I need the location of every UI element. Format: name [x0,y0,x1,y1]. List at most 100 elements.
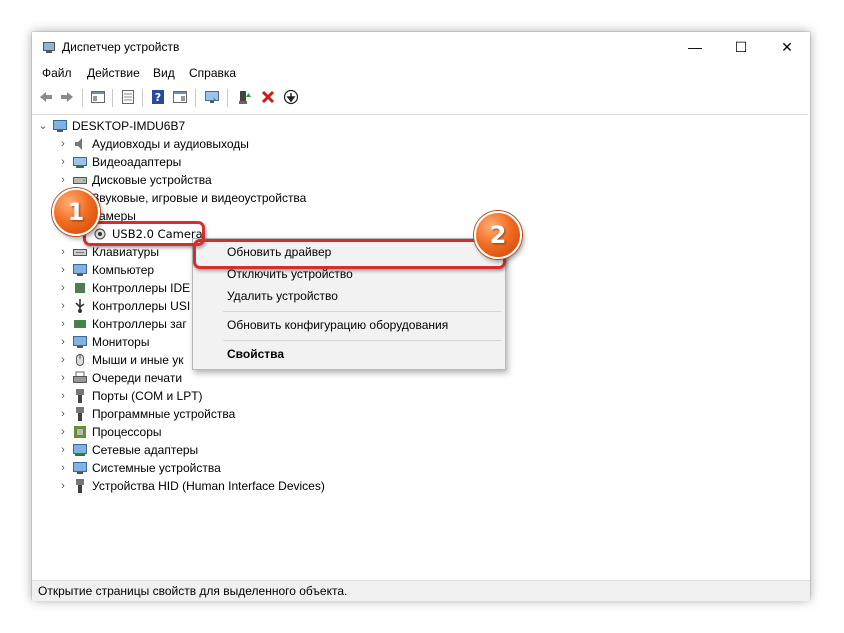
title-bar: Диспетчер устройств — ☐ ✕ [32,32,810,62]
menu-bar: Файл Действие Вид Справка [32,62,810,84]
menu-scan-hardware[interactable]: Обновить конфигурацию оборудования [227,318,448,332]
chevron-right-icon[interactable]: › [56,369,70,387]
properties-icon[interactable] [118,87,138,107]
tree-item-software-devices[interactable]: › Программные устройства [56,405,235,423]
chevron-right-icon[interactable]: › [56,279,70,297]
tree-item-processors[interactable]: › Процессоры [56,423,161,441]
window-title: Диспетчер устройств [62,40,180,54]
maximize-button[interactable]: ☐ [718,32,764,62]
chevron-right-icon[interactable]: › [56,423,70,441]
menu-disable-device[interactable]: Отключить устройство [227,267,353,281]
status-text: Открытие страницы свойств для выделенног… [38,584,348,598]
chevron-right-icon[interactable]: › [56,351,70,369]
tree-item-label: Звуковые, игровые и видеоустройства [92,191,307,205]
tree-item-monitors[interactable]: › Мониторы [56,333,149,351]
tree-item-label: Очереди печати [92,371,183,385]
tree-item-label: Мониторы [92,335,150,349]
tree-item-ports[interactable]: › Порты (COM и LPT) [56,387,203,405]
help-icon[interactable]: ? [148,87,168,107]
tree-root[interactable]: ⌄ DESKTOP-IMDU6B7 [36,117,185,135]
chevron-right-icon[interactable]: › [56,243,70,261]
storage-controller-icon [72,316,88,332]
menu-uninstall-device[interactable]: Удалить устройство [227,289,338,303]
hid-icon [72,478,88,494]
network-adapter-icon [72,442,88,458]
disk-icon [72,172,88,188]
cpu-icon [72,424,88,440]
tree-item-audio-io[interactable]: › Аудиовходы и аудиовыходы [56,135,249,153]
disable-icon[interactable] [281,87,301,107]
monitor-icon[interactable] [202,87,222,107]
toolbar-separator [195,89,196,107]
computer-icon [52,118,68,134]
chevron-right-icon[interactable]: › [56,135,70,153]
tree-item-disk-drives[interactable]: › Дисковые устройства [56,171,212,189]
tree-item-print-queues[interactable]: › Очереди печати [56,369,182,387]
tree-item-label: Компьютер [92,263,155,277]
tree-item-storage-controllers[interactable]: › Контроллеры заг [56,315,187,333]
tree-item-label: Дисковые устройства [92,173,212,187]
toolbar-separator [82,89,83,107]
tree-item-label: Сетевые адаптеры [92,443,199,457]
toolbar-separator [227,89,228,107]
tree-item-usb-controllers[interactable]: › Контроллеры USI [56,297,190,315]
display-adapter-icon [72,154,88,170]
tree-item-system-devices[interactable]: › Системные устройства [56,459,221,477]
chevron-right-icon[interactable]: › [56,171,70,189]
chevron-right-icon[interactable]: › [56,387,70,405]
chevron-right-icon[interactable]: › [56,477,70,495]
tree-item-video-adapters[interactable]: › Видеоадаптеры [56,153,181,171]
menu-file[interactable]: Файл [42,66,72,80]
chevron-down-icon[interactable]: ⌄ [36,117,50,135]
forward-icon[interactable] [57,87,77,107]
mouse-icon [72,352,88,368]
update-driver-highlight [193,239,506,269]
tree-item-mice[interactable]: › Мыши и иные ук [56,351,184,369]
keyboard-icon [72,244,88,260]
chevron-right-icon[interactable]: › [56,261,70,279]
chevron-right-icon[interactable]: › [56,153,70,171]
menu-separator [223,340,501,341]
monitor-icon [72,334,88,350]
minimize-button[interactable]: — [672,32,718,62]
usb-icon [72,298,88,314]
minimize-icon: — [688,39,702,55]
chevron-right-icon[interactable]: › [56,441,70,459]
toolbar-separator [112,89,113,107]
tree-item-label: Порты (COM и LPT) [92,389,203,403]
tree-item-label: Контроллеры заг [92,317,187,331]
show-hide-tree-icon[interactable] [88,87,108,107]
menu-view[interactable]: Вид [153,66,175,80]
svg-text:?: ? [155,91,161,104]
tree-item-ide-controllers[interactable]: › Контроллеры IDE [56,279,190,297]
maximize-icon: ☐ [734,38,748,55]
chevron-right-icon[interactable]: › [56,315,70,333]
close-icon: ✕ [781,38,793,55]
menu-properties[interactable]: Свойства [227,347,284,361]
tree-item-label: Мыши и иные ук [92,353,184,367]
view-icon[interactable] [170,87,190,107]
tree-item-label: Видеоадаптеры [92,155,182,169]
back-icon[interactable] [36,87,56,107]
computer-icon [72,262,88,278]
tree-item-network-adapters[interactable]: › Сетевые адаптеры [56,441,198,459]
chevron-right-icon[interactable]: › [56,297,70,315]
toolbar: ? [32,84,810,112]
software-device-icon [72,406,88,422]
tree-item-label: Аудиовходы и аудиовыходы [92,137,249,151]
menu-help[interactable]: Справка [189,66,236,80]
menu-separator [223,311,501,312]
tree-item-label: Устройства HID (Human Interface Devices) [92,479,325,493]
update-driver-icon[interactable] [234,87,254,107]
chevron-right-icon[interactable]: › [56,459,70,477]
chevron-right-icon[interactable]: › [56,405,70,423]
uninstall-icon[interactable] [258,87,278,107]
tree-item-computer[interactable]: › Компьютер [56,261,154,279]
menu-action[interactable]: Действие [87,66,140,80]
controller-icon [72,280,88,296]
device-manager-icon [42,40,56,54]
close-button[interactable]: ✕ [764,32,810,62]
speaker-icon [72,136,88,152]
chevron-right-icon[interactable]: › [56,333,70,351]
tree-item-hid[interactable]: › Устройства HID (Human Interface Device… [56,477,325,495]
